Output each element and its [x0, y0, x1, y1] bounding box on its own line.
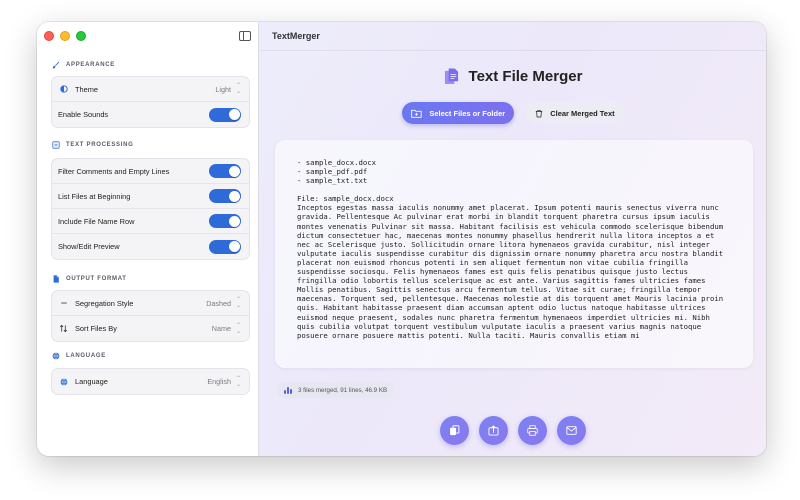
- globe-icon: [58, 377, 69, 386]
- language-select[interactable]: English ⌃ ⌄: [207, 376, 241, 388]
- include-filename-toggle[interactable]: [209, 214, 241, 228]
- app-window: APPEARANCE Theme Light ⌃⌄ Enable Sounds: [37, 22, 766, 456]
- sounds-row: Enable Sounds: [52, 102, 249, 127]
- sounds-toggle[interactable]: [209, 107, 241, 122]
- clear-merged-label: Clear Merged Text: [550, 108, 615, 118]
- section-text-processing: TEXT PROCESSING: [52, 141, 134, 149]
- bar-chart-icon: [284, 386, 292, 394]
- language-label: Language: [75, 377, 108, 386]
- chevron-updown-icon: ⌃ ⌄: [235, 83, 241, 95]
- section-title: OUTPUT FORMAT: [66, 276, 127, 282]
- sort-arrows-icon: [58, 324, 69, 333]
- zoom-window-button[interactable]: [76, 31, 86, 41]
- merged-text-preview[interactable]: - sample_docx.docx - sample_pdf.pdf - sa…: [275, 140, 753, 368]
- chevron-updown-icon: ⌃ ⌄: [235, 322, 241, 335]
- document-lines-icon: [52, 141, 60, 149]
- filter-comments-toggle[interactable]: [209, 164, 241, 178]
- file-list: - sample_docx.docx - sample_pdf.pdf - sa…: [297, 158, 377, 186]
- email-icon: [566, 426, 577, 435]
- show-preview-row: Show/Edit Preview: [52, 234, 249, 259]
- sounds-label: Enable Sounds: [58, 110, 109, 119]
- theme-row[interactable]: Theme Light ⌃ ⌄: [52, 77, 249, 102]
- paintbrush-icon: [52, 61, 60, 69]
- copy-icon: [450, 425, 460, 436]
- export-icon: [488, 425, 499, 436]
- globe-icon: [52, 352, 60, 360]
- sort-select[interactable]: Name ⌃ ⌄: [212, 323, 241, 335]
- print-icon: [527, 425, 538, 436]
- filter-comments-row: Filter Comments and Empty Lines: [52, 159, 249, 184]
- sort-label: Sort Files By: [75, 324, 117, 333]
- section-title: APPEARANCE: [66, 62, 116, 68]
- primary-actions: Select Files or Folder Clear Merged Text: [260, 102, 766, 124]
- half-circle-icon: [58, 85, 69, 93]
- sidebar: APPEARANCE Theme Light ⌃⌄ Enable Sounds: [37, 22, 259, 456]
- theme-label: Theme: [75, 84, 99, 94]
- export-button[interactable]: [479, 416, 508, 445]
- language-value: English: [207, 377, 231, 386]
- theme-select[interactable]: Light ⌃ ⌄: [215, 83, 241, 95]
- chevron-updown-icon: ⌃ ⌄: [235, 297, 241, 309]
- list-files-label: List Files at Beginning: [58, 191, 131, 201]
- theme-value: Light: [215, 84, 231, 94]
- include-filename-row: Include File Name Row: [52, 209, 249, 234]
- merged-content: File: sample_docx.docx Inceptos egestas …: [297, 194, 724, 340]
- print-button[interactable]: [518, 416, 547, 445]
- include-filename-label: Include File Name Row: [58, 216, 135, 226]
- language-group: Language English ⌃ ⌄: [51, 368, 250, 395]
- output-format-group: Segregation Style Dashed ⌃ ⌄ Sort Files B…: [51, 290, 250, 342]
- window-title: TextMerger: [272, 31, 320, 41]
- main-content: TextMerger Text File Merger Select Files…: [260, 22, 766, 456]
- text-processing-group: Filter Comments and Empty Lines List Fil…: [51, 158, 250, 260]
- appearance-group: Theme Light ⌃ ⌄ Enable Sounds: [51, 76, 250, 128]
- window-controls: [44, 31, 86, 41]
- section-output-format: OUTPUT FORMAT: [52, 275, 127, 283]
- trash-icon: [535, 109, 543, 117]
- list-files-row: List Files at Beginning: [52, 184, 249, 209]
- document-icon: [53, 275, 59, 283]
- segregation-label: Segregation Style: [75, 298, 134, 308]
- dash-icon: [58, 299, 69, 307]
- select-files-label: Select Files or Folder: [429, 108, 506, 118]
- section-language: LANGUAGE: [52, 352, 106, 360]
- section-title: TEXT PROCESSING: [66, 142, 134, 148]
- show-preview-label: Show/Edit Preview: [58, 242, 120, 251]
- bottom-actions: [260, 416, 766, 445]
- show-preview-toggle[interactable]: [209, 239, 241, 254]
- app-title-text: Text File Merger: [468, 68, 583, 85]
- email-button[interactable]: [557, 416, 586, 445]
- sidebar-toggle-icon[interactable]: [239, 31, 251, 41]
- sort-value: Name: [211, 324, 231, 333]
- language-row[interactable]: Language English ⌃ ⌄: [52, 369, 249, 394]
- section-appearance: APPEARANCE: [52, 61, 115, 69]
- chevron-updown-icon: ⌃ ⌄: [235, 375, 241, 388]
- list-files-toggle[interactable]: [209, 189, 241, 203]
- clear-merged-button[interactable]: Clear Merged Text: [526, 102, 624, 124]
- close-window-button[interactable]: [44, 31, 54, 41]
- minimize-window-button[interactable]: [60, 31, 70, 41]
- segregation-row[interactable]: Segregation Style Dashed ⌃ ⌄: [52, 291, 249, 316]
- status-badge: 3 files merged, 91 lines, 46.9 KB: [277, 382, 395, 398]
- folder-add-icon: [411, 109, 422, 118]
- copy-button[interactable]: [440, 416, 469, 445]
- documents-icon: [444, 68, 458, 84]
- status-text: 3 files merged, 91 lines, 46.9 KB: [298, 386, 388, 394]
- segregation-select[interactable]: Dashed ⌃ ⌄: [206, 297, 241, 309]
- filter-comments-label: Filter Comments and Empty Lines: [58, 166, 170, 176]
- section-title: LANGUAGE: [66, 353, 106, 359]
- app-title: Text File Merger: [260, 68, 766, 85]
- segregation-value: Dashed: [206, 298, 231, 308]
- sort-row[interactable]: Sort Files By Name ⌃ ⌄: [52, 316, 249, 341]
- select-files-button[interactable]: Select Files or Folder: [402, 102, 515, 124]
- titlebar-divider: [260, 50, 766, 51]
